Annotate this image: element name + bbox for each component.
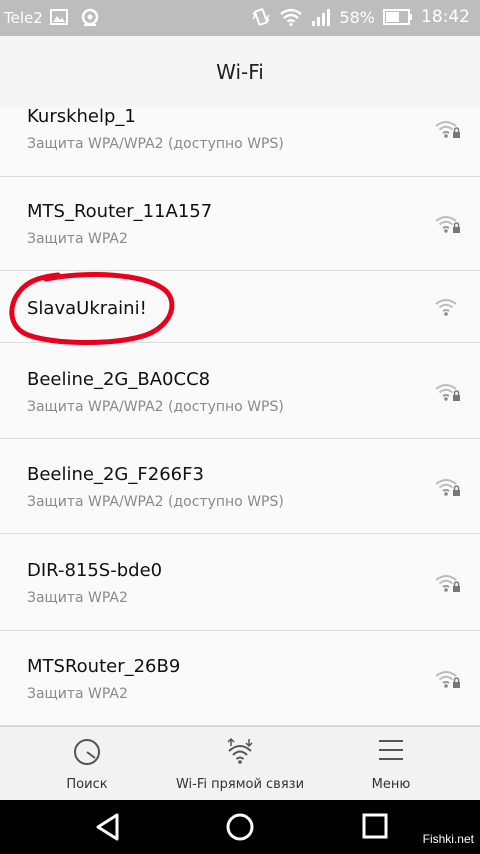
bottom-action-bar: Поиск Wi-Fi прямой связи Меню — [0, 726, 480, 801]
network-ssid: Kurskhelp_1 — [27, 108, 136, 127]
wifi-direct-button[interactable]: Wi-Fi прямой связи — [160, 727, 320, 801]
network-security: Защита WPA2 — [27, 686, 128, 702]
wifi-icon — [280, 8, 303, 26]
network-row[interactable]: Beeline_2G_BA0CC8 Защита WPA/WPA2 (досту… — [0, 343, 480, 439]
menu-label: Меню — [371, 777, 411, 792]
status-bar: Tele2 58% 18:42 — [0, 0, 480, 36]
network-ssid: MTSRouter_26B9 — [27, 656, 181, 677]
network-security: Защита WPA/WPA2 (доступно WPS) — [27, 399, 284, 415]
menu-button[interactable]: Меню — [341, 727, 441, 801]
network-row[interactable]: Kurskhelp_1 Защита WPA/WPA2 (доступно WP… — [0, 108, 480, 177]
carrier-name: Tele2 — [4, 9, 43, 27]
wifi-locked-icon — [435, 671, 460, 688]
scan-icon — [74, 739, 100, 765]
battery-percent: 58% — [339, 7, 375, 27]
network-ssid: Beeline_2G_BA0CC8 — [27, 369, 211, 390]
home-icon[interactable] — [225, 812, 255, 842]
back-icon[interactable] — [94, 812, 122, 842]
search-label: Поиск — [66, 777, 108, 792]
network-list[interactable]: Kurskhelp_1 Защита WPA/WPA2 (доступно WP… — [0, 108, 480, 726]
wifi-locked-icon — [435, 575, 460, 592]
wifi-locked-icon — [435, 479, 460, 496]
network-row[interactable]: MTSRouter_26B9 Защита WPA2 — [0, 631, 480, 726]
image-icon — [50, 9, 68, 25]
app-bar: Wi-Fi — [0, 36, 480, 109]
network-row[interactable]: Beeline_2G_F266F3 Защита WPA/WPA2 (досту… — [0, 439, 480, 534]
network-security: Защита WPA2 — [27, 590, 128, 606]
wifi-open-icon — [435, 299, 457, 316]
clock: 18:42 — [421, 7, 470, 27]
location-icon — [81, 8, 99, 26]
page-title: Wi-Fi — [216, 60, 264, 84]
signal-icon — [312, 9, 331, 26]
navigation-bar: Fishki.net — [0, 800, 480, 854]
network-security: Защита WPA/WPA2 (доступно WPS) — [27, 136, 284, 152]
watermark: Fishki.net — [422, 832, 474, 846]
battery-icon — [383, 9, 412, 25]
vibrate-icon — [252, 8, 271, 26]
network-ssid: Beeline_2G_F266F3 — [27, 464, 204, 485]
network-row[interactable]: DIR-815S-bde0 Защита WPA2 — [0, 534, 480, 631]
wifi-direct-icon — [227, 737, 253, 764]
network-security: Защита WPA/WPA2 (доступно WPS) — [27, 494, 284, 510]
red-hand-drawn-circle — [9, 272, 175, 345]
network-ssid: DIR-815S-bde0 — [27, 560, 163, 581]
search-button[interactable]: Поиск — [37, 727, 137, 801]
wifi-locked-icon — [435, 384, 460, 401]
wifi-locked-icon — [435, 216, 460, 233]
recents-icon[interactable] — [361, 812, 389, 840]
menu-icon — [379, 740, 403, 760]
network-row[interactable]: MTS_Router_11A157 Защита WPA2 — [0, 176, 480, 271]
network-security: Защита WPA2 — [27, 231, 128, 247]
network-ssid: MTS_Router_11A157 — [27, 201, 213, 222]
wifi-locked-icon — [435, 121, 460, 138]
wifi-direct-label: Wi-Fi прямой связи — [175, 777, 305, 792]
